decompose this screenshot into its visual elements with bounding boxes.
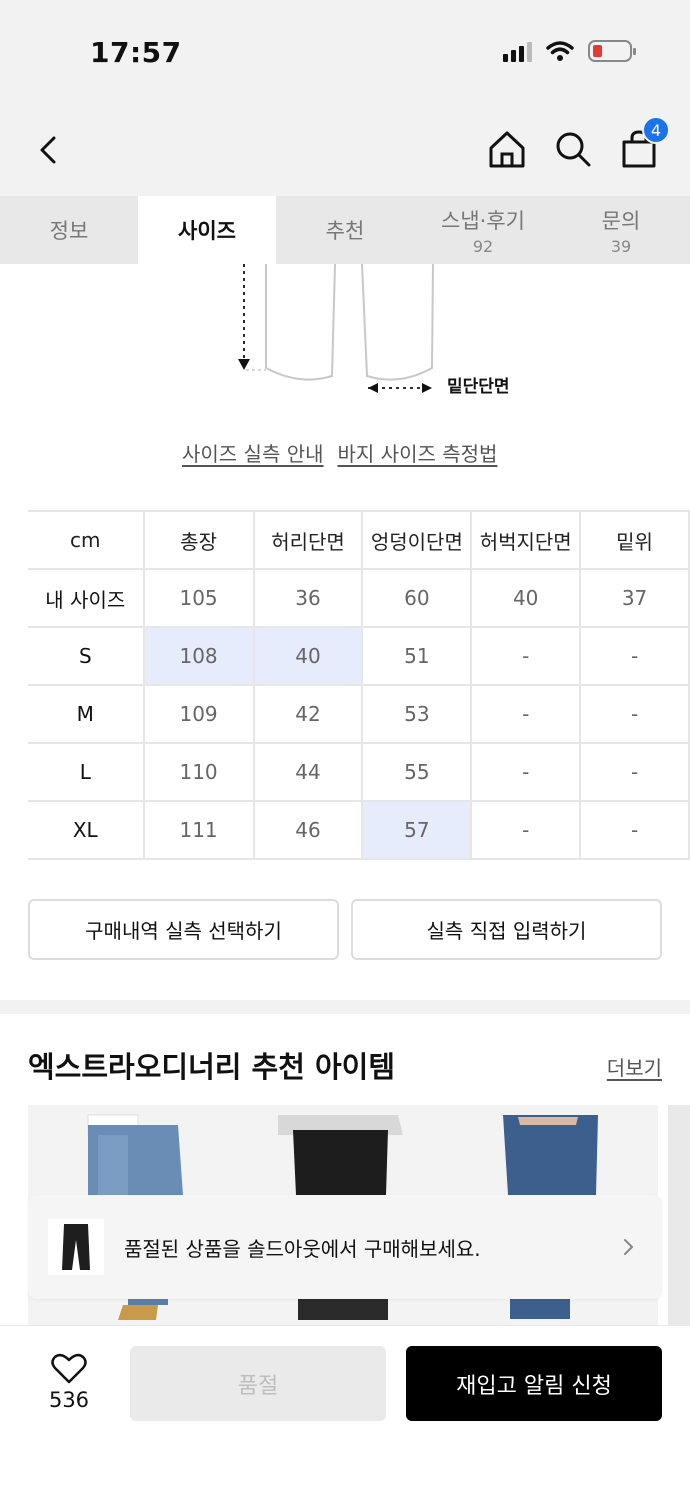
table-cell-highlight: 108 xyxy=(142,626,255,686)
restock-alert-button[interactable]: 재입고 알림 신청 xyxy=(406,1346,662,1421)
table-cell-highlight: 40 xyxy=(252,626,364,686)
table-row: L 110 44 55 - - xyxy=(28,742,690,802)
tab-snap-review[interactable]: 스냅·후기 92 xyxy=(414,196,552,264)
table-cell: 37 xyxy=(579,568,690,628)
header-waist: 허리단면 xyxy=(252,510,364,570)
size-table-header-row: cm 총장 허리단면 엉덩이단면 허벅지단면 밑위 xyxy=(28,510,690,570)
product-tabs: 정보 사이즈 추천 스냅·후기 92 문의 39 xyxy=(0,196,690,264)
row-label-s: S xyxy=(28,626,145,686)
soldout-banner-text: 품절된 상품을 솔드아웃에서 구매해보세요. xyxy=(124,1236,481,1261)
product-card[interactable] xyxy=(668,1105,690,1325)
header-rise: 밑위 xyxy=(579,510,690,570)
pants-diagram: 밑단단면 xyxy=(0,263,690,414)
table-cell: 60 xyxy=(361,568,473,628)
tab-label: 문의 xyxy=(601,208,641,233)
tab-inquiry[interactable]: 문의 39 xyxy=(552,196,690,264)
header-thigh: 허벅지단면 xyxy=(470,510,582,570)
table-cell: 111 xyxy=(142,800,255,860)
table-cell: 40 xyxy=(470,568,582,628)
table-cell: 36 xyxy=(252,568,364,628)
table-cell: 42 xyxy=(252,684,364,744)
soldout-marketplace-banner[interactable]: 품절된 상품을 솔드아웃에서 구매해보세요. xyxy=(28,1195,662,1299)
bottom-purchase-bar: 536 품절 재입고 알림 신청 xyxy=(0,1325,690,1500)
soldout-product-thumbnail xyxy=(48,1219,104,1275)
section-divider xyxy=(0,1000,690,1014)
chevron-right-icon xyxy=(624,1239,634,1255)
table-cell: 53 xyxy=(361,684,473,744)
row-label-m: M xyxy=(28,684,145,744)
tab-size[interactable]: 사이즈 xyxy=(138,196,276,264)
status-icons xyxy=(503,40,636,62)
table-row: 내 사이즈 105 36 60 40 37 xyxy=(28,568,690,628)
table-row: XL 111 46 57 - - xyxy=(28,800,690,860)
tab-label: 사이즈 xyxy=(178,219,236,243)
header-hip: 엉덩이단면 xyxy=(361,510,473,570)
table-cell: - xyxy=(470,684,582,744)
table-cell: - xyxy=(579,626,690,686)
row-label-my-size: 내 사이즈 xyxy=(28,568,145,628)
table-cell: - xyxy=(579,800,690,860)
signal-icon xyxy=(503,40,532,62)
soldout-button: 품절 xyxy=(130,1346,386,1421)
header-actions: 4 xyxy=(486,116,670,170)
purchase-history-measure-button[interactable]: 구매내역 실측 선택하기 xyxy=(28,899,339,960)
like-button[interactable]: 536 xyxy=(40,1352,98,1412)
tab-count: 92 xyxy=(472,236,494,256)
hem-width-label: 밑단단면 xyxy=(447,377,510,397)
tab-count: 39 xyxy=(610,236,632,256)
table-cell: 44 xyxy=(252,742,364,802)
top-nav: 4 xyxy=(0,100,690,196)
tab-label: 추천 xyxy=(325,219,365,243)
table-row: S 108 40 51 - - xyxy=(28,626,690,686)
pants-outline-illustration xyxy=(238,263,434,393)
table-cell: 51 xyxy=(361,626,473,686)
table-cell: 110 xyxy=(142,742,255,802)
search-icon[interactable] xyxy=(552,128,594,170)
table-row: M 109 42 53 - - xyxy=(28,684,690,744)
table-cell: - xyxy=(470,800,582,860)
size-table[interactable]: cm 총장 허리단면 엉덩이단면 허벅지단면 밑위 내 사이즈 105 36 6… xyxy=(28,510,690,860)
table-cell: 109 xyxy=(142,684,255,744)
size-fit-guide-link[interactable]: 사이즈 실측 안내 xyxy=(182,438,324,467)
battery-low-icon xyxy=(588,40,636,62)
recommend-more-link[interactable]: 더보기 xyxy=(607,1052,662,1081)
status-time: 17:57 xyxy=(90,36,182,69)
recommend-section-title: 엑스트라오디너리 추천 아이템 xyxy=(28,1050,396,1084)
pants-thumbnail-icon xyxy=(62,1224,90,1270)
table-cell: 55 xyxy=(361,742,473,802)
heart-icon xyxy=(51,1353,87,1384)
row-label-l: L xyxy=(28,742,145,802)
wifi-icon xyxy=(546,41,574,61)
size-guide-links: 사이즈 실측 안내 바지 사이즈 측정법 xyxy=(182,438,497,467)
table-cell-highlight: 57 xyxy=(361,800,473,860)
direct-measure-input-button[interactable]: 실측 직접 입력하기 xyxy=(351,899,662,960)
back-chevron-icon[interactable] xyxy=(30,130,70,170)
header-unit: cm xyxy=(28,510,145,570)
home-icon[interactable] xyxy=(486,128,528,170)
table-cell: 46 xyxy=(252,800,364,860)
row-label-xl: XL xyxy=(28,800,145,860)
tab-label: 스냅·후기 xyxy=(441,208,525,233)
header-length: 총장 xyxy=(142,510,255,570)
like-count: 536 xyxy=(48,1388,90,1412)
table-cell: 105 xyxy=(142,568,255,628)
table-cell: - xyxy=(470,626,582,686)
cart-badge: 4 xyxy=(642,116,670,144)
tab-recommend[interactable]: 추천 xyxy=(276,196,414,264)
tab-info[interactable]: 정보 xyxy=(0,196,138,264)
shopping-bag-button[interactable]: 4 xyxy=(618,116,670,170)
table-cell: - xyxy=(470,742,582,802)
status-bar: 17:57 xyxy=(0,0,690,100)
table-cell: - xyxy=(579,742,690,802)
tab-label: 정보 xyxy=(49,219,89,243)
pants-measure-guide-link[interactable]: 바지 사이즈 측정법 xyxy=(338,438,498,467)
table-cell: - xyxy=(579,684,690,744)
